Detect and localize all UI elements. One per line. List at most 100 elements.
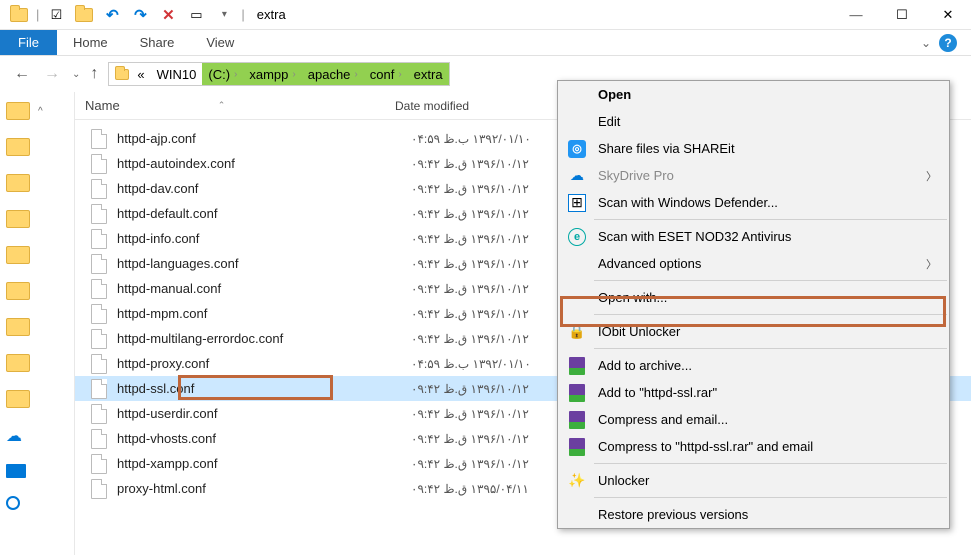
file-icon: [91, 154, 107, 174]
folder-icon[interactable]: [6, 174, 30, 192]
breadcrumb-prefix[interactable]: «: [131, 63, 150, 85]
back-button[interactable]: ←: [12, 65, 32, 83]
tab-home[interactable]: Home: [57, 30, 124, 55]
breadcrumb-seg-3[interactable]: conf›: [364, 63, 408, 85]
file-icon: [91, 229, 107, 249]
file-date: ۱۳۹۶/۱۰/۱۲ ق.ظ ۰۹:۴۲: [411, 457, 571, 471]
chevron-right-icon: 〉: [926, 168, 937, 184]
cm-advanced-options[interactable]: Advanced options〉: [558, 250, 949, 277]
cm-shareit[interactable]: ◎Share files via SHAREit: [558, 135, 949, 162]
cm-unlocker[interactable]: ✨Unlocker: [558, 467, 949, 494]
context-menu: Open Edit ◎Share files via SHAREit ☁SkyD…: [557, 80, 950, 529]
file-date: ۱۳۹۶/۱۰/۱۲ ق.ظ ۰۹:۴۲: [411, 207, 571, 221]
cm-defender[interactable]: ⊞Scan with Windows Defender...: [558, 189, 949, 216]
file-name: httpd-languages.conf: [117, 256, 411, 271]
properties-button[interactable]: ☑: [45, 4, 67, 26]
qat-dropdown[interactable]: ▾: [213, 4, 235, 26]
file-tab[interactable]: File: [0, 30, 57, 55]
file-icon: [91, 429, 107, 449]
tab-view[interactable]: View: [190, 30, 250, 55]
history-dropdown[interactable]: ⌄: [72, 69, 80, 80]
separator: [594, 219, 947, 220]
separator: [594, 348, 947, 349]
file-date: ۱۳۹۶/۱۰/۱۲ ق.ظ ۰۹:۴۲: [411, 232, 571, 246]
breadcrumb-seg-1[interactable]: xampp›: [243, 63, 301, 85]
cm-add-archive[interactable]: Add to archive...: [558, 352, 949, 379]
cm-iobit[interactable]: 🔒IObit Unlocker: [558, 318, 949, 345]
sort-indicator-icon: ⌃: [218, 100, 226, 111]
file-icon: [91, 479, 107, 499]
folder-icon[interactable]: [6, 210, 30, 228]
forward-button[interactable]: →: [42, 65, 62, 83]
file-name: httpd-proxy.conf: [117, 356, 411, 371]
breadcrumb[interactable]: « WIN10 (C:)› xampp› apache› conf› extra: [108, 62, 449, 86]
file-name: httpd-mpm.conf: [117, 306, 411, 321]
file-icon: [91, 454, 107, 474]
breadcrumb-root[interactable]: WIN10: [151, 63, 203, 85]
cm-restore[interactable]: Restore previous versions: [558, 501, 949, 528]
onedrive-icon[interactable]: ☁: [6, 426, 22, 446]
file-icon: [91, 329, 107, 349]
folder-icon[interactable]: [6, 318, 30, 336]
file-date: ۱۳۹۲/۰۱/۱۰ ب.ظ ۰۴:۵۹: [411, 132, 571, 146]
ribbon-collapse-button[interactable]: ⌄: [921, 36, 931, 50]
separator: |: [241, 7, 244, 22]
rename-button[interactable]: ▭: [185, 4, 207, 26]
file-name: httpd-manual.conf: [117, 281, 411, 296]
cm-compress-email[interactable]: Compress and email...: [558, 406, 949, 433]
file-name: proxy-html.conf: [117, 481, 411, 496]
cm-eset[interactable]: eScan with ESET NOD32 Antivirus: [558, 223, 949, 250]
file-icon: [91, 254, 107, 274]
delete-button[interactable]: ✕: [157, 4, 179, 26]
chevron-right-icon: 〉: [926, 256, 937, 272]
file-name: httpd-vhosts.conf: [117, 431, 411, 446]
folder-icon: [8, 4, 30, 26]
file-icon: [91, 379, 107, 399]
cm-skydrive[interactable]: ☁SkyDrive Pro〉: [558, 162, 949, 189]
thispc-icon[interactable]: [6, 464, 26, 478]
defender-icon: ⊞: [568, 194, 586, 212]
cm-compress-rar-email[interactable]: Compress to "httpd-ssl.rar" and email: [558, 433, 949, 460]
help-button[interactable]: ?: [939, 34, 957, 52]
column-name[interactable]: Name⌃: [75, 98, 395, 113]
nav-tree[interactable]: ^ ☁: [0, 92, 75, 555]
network-icon[interactable]: [6, 496, 20, 510]
folder-icon[interactable]: [6, 282, 30, 300]
breadcrumb-seg-4[interactable]: extra: [408, 63, 449, 85]
minimize-button[interactable]: —: [833, 0, 879, 30]
folder-icon[interactable]: [6, 138, 30, 156]
folder-icon[interactable]: [6, 354, 30, 372]
new-folder-button[interactable]: [73, 4, 95, 26]
folder-icon[interactable]: [6, 246, 30, 264]
ribbon: File Home Share View ⌄ ?: [0, 30, 971, 56]
folder-icon[interactable]: [6, 390, 30, 408]
breadcrumb-seg-2[interactable]: apache›: [302, 63, 364, 85]
cm-edit[interactable]: Edit: [558, 108, 949, 135]
file-icon: [91, 179, 107, 199]
cm-open-with[interactable]: Open with...: [558, 284, 949, 311]
maximize-button[interactable]: ☐: [879, 0, 925, 30]
file-name: httpd-xampp.conf: [117, 456, 411, 471]
breadcrumb-seg-0[interactable]: (C:)›: [202, 63, 243, 85]
cm-open[interactable]: Open: [558, 81, 949, 108]
up-button[interactable]: ↑: [90, 65, 98, 83]
rar-icon: [568, 411, 586, 429]
file-date: ۱۳۹۶/۱۰/۱۲ ق.ظ ۰۹:۴۲: [411, 382, 571, 396]
separator: [594, 280, 947, 281]
file-date: ۱۳۹۶/۱۰/۱۲ ق.ظ ۰۹:۴۲: [411, 432, 571, 446]
tab-share[interactable]: Share: [124, 30, 191, 55]
file-date: ۱۳۹۶/۱۰/۱۲ ق.ظ ۰۹:۴۲: [411, 182, 571, 196]
folder-icon[interactable]: [6, 102, 30, 120]
cm-add-rar[interactable]: Add to "httpd-ssl.rar": [558, 379, 949, 406]
redo-button[interactable]: ↷: [129, 4, 151, 26]
window-title: extra: [257, 7, 286, 22]
file-date: ۱۳۹۶/۱۰/۱۲ ق.ظ ۰۹:۴۲: [411, 332, 571, 346]
file-date: ۱۳۹۶/۱۰/۱۲ ق.ظ ۰۹:۴۲: [411, 407, 571, 421]
file-icon: [91, 404, 107, 424]
undo-button[interactable]: ↶: [101, 4, 123, 26]
file-name: httpd-default.conf: [117, 206, 411, 221]
close-button[interactable]: ✕: [925, 0, 971, 30]
file-name: httpd-ajp.conf: [117, 131, 411, 146]
file-icon: [91, 304, 107, 324]
column-date[interactable]: Date modified: [395, 99, 555, 113]
